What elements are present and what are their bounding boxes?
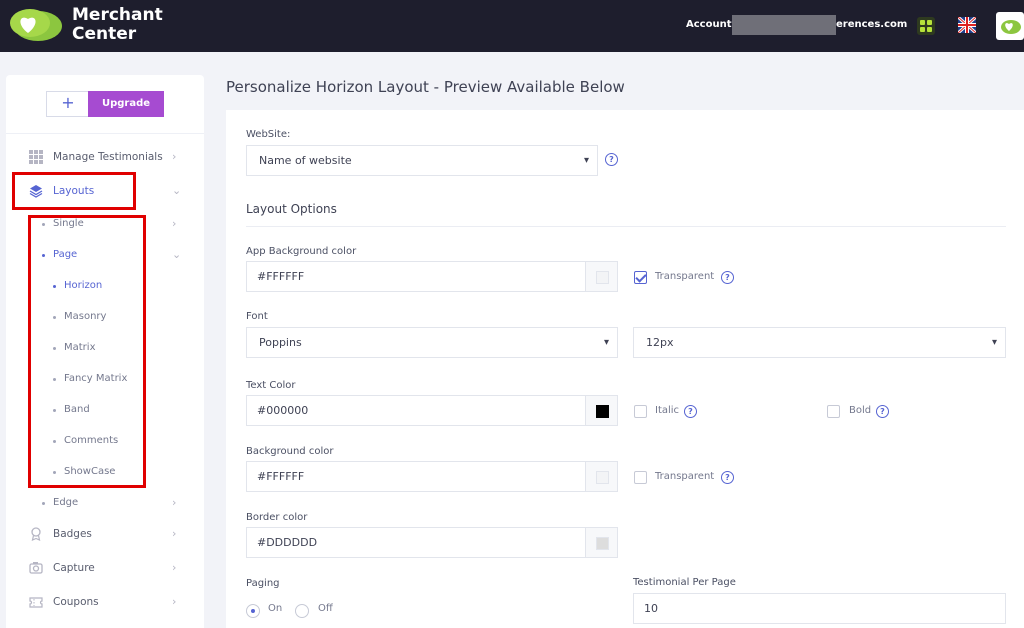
help-icon[interactable]: ? (721, 271, 734, 284)
chevron-down-icon: ⌄ (172, 184, 182, 197)
capture-icon (29, 562, 43, 574)
coupon-icon (29, 597, 43, 608)
logo-hearts-icon[interactable] (8, 6, 64, 46)
help-icon[interactable]: ? (721, 471, 734, 484)
font-family-select[interactable]: Poppins ▾ (246, 327, 618, 358)
border-color-picker[interactable] (585, 527, 618, 558)
account-redacted (732, 15, 836, 35)
paging-on-radio[interactable] (246, 604, 260, 618)
help-icon[interactable]: ? (605, 153, 618, 166)
paging-off-label: Off (318, 603, 333, 614)
app-bg-color-label: App Background color (246, 246, 357, 257)
bullet-icon (42, 502, 45, 505)
page-title: Personalize Horizon Layout - Preview Ava… (226, 78, 625, 96)
brand-line-2: Center (72, 24, 137, 44)
font-size-value: 12px (646, 336, 674, 349)
chevron-right-icon: › (172, 595, 177, 608)
user-avatar-icon[interactable] (996, 12, 1024, 40)
chevron-down-icon: ▾ (991, 337, 997, 348)
app-bg-transparent-label: Transparent (655, 271, 715, 282)
brand-line-1: Merchant (72, 5, 163, 25)
chevron-down-icon: ▾ (603, 337, 609, 348)
chevron-down-icon: ⌄ (172, 248, 182, 261)
border-color-input[interactable]: #DDDDDD (246, 527, 586, 558)
highlight-layouts (12, 172, 136, 210)
italic-label: Italic (655, 405, 680, 416)
app-bg-transparent-checkbox[interactable] (634, 271, 647, 284)
sidebar-item-label: Manage Testimonials (53, 151, 163, 163)
font-label: Font (246, 311, 268, 322)
sidebar-sub-label: Edge (53, 497, 79, 508)
bold-label: Bold (849, 405, 872, 416)
chevron-right-icon: › (172, 496, 177, 509)
sidebar-divider (6, 133, 204, 134)
uk-flag-icon[interactable] (958, 17, 976, 33)
add-button[interactable]: + (46, 91, 90, 117)
app-bg-color-picker[interactable] (585, 261, 618, 292)
paging-on-label: On (268, 603, 283, 614)
chevron-down-icon: ▾ (583, 155, 589, 166)
sidebar-item-badges[interactable]: Badges › (6, 524, 204, 546)
border-color-label: Border color (246, 512, 308, 523)
italic-checkbox[interactable] (634, 405, 647, 418)
sidebar-sub-edge[interactable]: Edge › (6, 494, 204, 514)
website-label: WebSite: (246, 129, 291, 140)
bg-color-label: Background color (246, 446, 334, 457)
per-page-input[interactable]: 10 (633, 593, 1006, 624)
color-swatch (596, 405, 609, 418)
chevron-right-icon: › (172, 527, 177, 540)
color-swatch (596, 471, 609, 484)
account-label: Account: (686, 19, 736, 30)
grid-icon (29, 150, 43, 164)
chevron-right-icon: › (172, 150, 177, 163)
brand-name[interactable]: Merchant Center (72, 6, 163, 44)
account-domain: erences.com (836, 19, 908, 30)
font-family-value: Poppins (259, 336, 302, 349)
top-bar: Merchant Center Account: erences.com (0, 0, 1024, 52)
sidebar-item-coupons[interactable]: Coupons › (6, 592, 204, 614)
apps-grid-icon[interactable] (917, 17, 935, 35)
bg-transparent-checkbox[interactable] (634, 471, 647, 484)
chevron-right-icon: › (172, 217, 177, 230)
sidebar-item-capture[interactable]: Capture › (6, 558, 204, 580)
website-select-value: Name of website (259, 154, 352, 167)
section-divider (246, 226, 1006, 227)
text-color-label: Text Color (246, 380, 296, 391)
app-bg-color-input[interactable]: #FFFFFF (246, 261, 586, 292)
chevron-right-icon: › (172, 561, 177, 574)
sidebar-item-manage-testimonials[interactable]: Manage Testimonials › (6, 147, 204, 169)
highlight-page-layouts (28, 215, 146, 488)
per-page-label: Testimonial Per Page (633, 577, 736, 588)
color-swatch (596, 537, 609, 550)
bg-color-picker[interactable] (585, 461, 618, 492)
badge-icon (31, 527, 41, 541)
paging-label: Paging (246, 578, 280, 589)
section-title-layout-options: Layout Options (246, 202, 337, 216)
paging-off-radio[interactable] (295, 604, 309, 618)
bg-color-input[interactable]: #FFFFFF (246, 461, 586, 492)
bold-checkbox[interactable] (827, 405, 840, 418)
help-icon[interactable]: ? (876, 405, 889, 418)
text-color-input[interactable]: #000000 (246, 395, 586, 426)
help-icon[interactable]: ? (684, 405, 697, 418)
sidebar-item-label: Capture (53, 562, 95, 574)
website-select[interactable]: Name of website ▾ (246, 145, 598, 176)
font-size-select[interactable]: 12px ▾ (633, 327, 1006, 358)
text-color-picker[interactable] (585, 395, 618, 426)
color-swatch (596, 271, 609, 284)
sidebar-item-label: Coupons (53, 596, 99, 608)
upgrade-button[interactable]: Upgrade (88, 91, 164, 117)
sidebar-item-label: Badges (53, 528, 92, 540)
bg-transparent-label: Transparent (655, 471, 715, 482)
